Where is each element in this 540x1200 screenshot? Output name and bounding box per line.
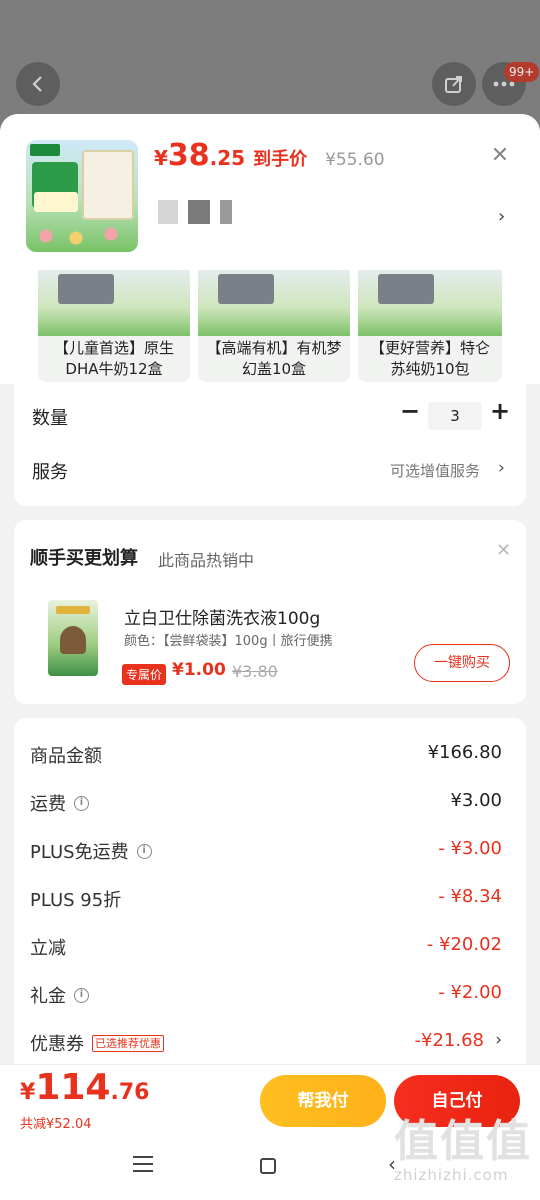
fee-label-text: PLUS免运费 [30,842,129,863]
info-icon[interactable]: i [136,843,152,859]
fee-value: -¥21.68 [414,1030,484,1051]
share-button[interactable] [432,62,476,106]
fee-label: 礼金 i [30,982,89,1008]
total-integer: 114 [35,1067,111,1108]
variant-image [38,264,190,336]
original-price: ¥55.60 [325,150,385,170]
milk-box-graphic [82,150,134,220]
coupon-recommended-tag: 已选推荐优惠 [92,1034,164,1052]
fee-label: 商品金额 [30,742,102,768]
variant-label: 【高端有机】有机梦幻盖10盒 [198,336,350,382]
chevron-right-icon[interactable]: › [498,206,505,227]
options-card: 数量 − 3 + 服务 可选增值服务 › [14,384,526,506]
total-saved: 共减¥52.04 [20,1117,92,1132]
variant-card[interactable]: 【儿童首选】原生DHA牛奶12盒 [38,264,190,382]
watermark: 值值值 zhizhizhi.com [394,1116,532,1185]
exclusive-price-badge: 专属价 [122,664,167,685]
variant-image [198,264,350,336]
chevron-right-icon[interactable]: › [498,458,505,478]
fee-row-instant-discount: 立减 - ¥20.02 [30,934,510,964]
flower-graphic [36,226,126,246]
menu-icon[interactable] [133,1156,153,1172]
fee-label-text: 优惠券 [30,1034,84,1055]
addon-title: 顺手买更划算 [30,548,138,569]
close-icon[interactable]: ✕ [488,144,512,168]
variant-image [358,264,502,336]
variant-card[interactable]: 【更好营养】特仑苏纯奶10包 [358,264,502,382]
fee-value: - ¥20.02 [426,934,502,955]
fee-row-coupon[interactable]: 优惠券 已选推荐优惠 -¥21.68 › [30,1030,510,1060]
quantity-minus-button[interactable]: − [398,399,422,424]
fee-label: PLUS免运费 i [30,838,152,864]
spec-block [188,200,210,224]
total-currency: ¥ [20,1080,36,1105]
spec-block [158,200,178,224]
watermark-logo: 值值值 [394,1116,532,1167]
addon-subtitle: 此商品热销中 [158,551,255,570]
home-icon[interactable] [260,1158,276,1174]
info-icon[interactable]: i [74,795,89,811]
watermark-url: zhizhizhi.com [394,1166,509,1184]
checkout-sheet: ¥ 38 .25 到手价 ¥55.60 ✕ › 【儿童首选】原生DHA牛奶12盒… [0,114,540,1200]
fee-value: ¥3.00 [450,790,502,811]
chevron-right-icon[interactable]: › [495,1030,502,1050]
brand-logo [30,144,60,156]
addon-original-price: ¥3.80 [232,662,278,681]
background-page: 99+ [0,0,540,130]
fee-value: - ¥3.00 [438,838,502,859]
fee-label: 立减 [30,934,66,960]
service-option[interactable]: 可选增值服务 [390,460,480,481]
fee-label-text: 立减 [30,938,66,959]
help-me-pay-button[interactable]: 帮我付 [260,1075,386,1127]
variant-card[interactable]: 【高端有机】有机梦幻盖10盒 [198,264,350,382]
fee-row-goods: 商品金额 ¥166.80 [30,742,510,772]
fee-label: 运费 i [30,790,89,816]
addon-product-image[interactable] [48,600,98,676]
selected-spec-placeholder[interactable] [158,200,232,224]
variant-label: 【更好营养】特仑苏纯奶10包 [358,336,502,382]
quantity-label: 数量 [32,408,68,429]
addon-product-name[interactable]: 立白卫仕除菌洗衣液100g [124,604,320,629]
spec-block [220,200,232,224]
price-line: ¥ 38 .25 到手价 ¥55.60 [154,138,385,173]
price-suffix: 到手价 [253,149,308,170]
fee-value: - ¥8.34 [438,886,502,907]
total-decimal: .76 [110,1080,150,1105]
fee-label-text: 礼金 [30,986,66,1007]
addon-price: ¥1.00 [172,660,226,680]
fee-label: PLUS 95折 [30,886,121,912]
close-icon[interactable]: ✕ [496,540,511,561]
fee-value: ¥166.80 [427,742,502,763]
fee-label-text: 商品金额 [30,746,102,767]
message-count-badge: 99+ [504,62,540,82]
addon-product-spec: 颜色：【尝鲜袋装】100g丨旅行便携 [124,634,333,649]
fee-label: 优惠券 已选推荐优惠 [30,1030,164,1056]
total-price: ¥ 114 .76 [20,1067,149,1108]
price-integer: 38 [167,138,210,173]
fee-row-gift-money: 礼金 i - ¥2.00 [30,982,510,1012]
variant-label: 【儿童首选】原生DHA牛奶12盒 [38,336,190,382]
quantity-input[interactable]: 3 [428,402,482,430]
service-label: 服务 [32,462,68,483]
info-icon[interactable]: i [74,987,89,1003]
chevron-left-icon [32,76,42,92]
fee-row-shipping: 运费 i ¥3.00 [30,790,510,820]
back-button[interactable] [16,62,60,106]
sheet-header: ¥ 38 .25 到手价 ¥55.60 ✕ › [0,114,540,270]
promo-price-graphic [34,192,78,212]
addon-card: 顺手买更划算 此商品热销中 ✕ 立白卫仕除菌洗衣液100g 颜色：【尝鲜袋装】1… [14,520,526,704]
fee-row-plus-free-shipping: PLUS免运费 i - ¥3.00 [30,838,510,868]
one-click-buy-button[interactable]: 一键购买 [414,644,510,682]
fee-row-plus-discount: PLUS 95折 - ¥8.34 [30,886,510,916]
product-thumbnail[interactable] [26,140,138,252]
price-decimal: .25 [209,146,246,170]
variant-list: 【儿童首选】原生DHA牛奶12盒 【高端有机】有机梦幻盖10盒 【更好营养】特仑… [0,264,540,384]
price-currency: ¥ [154,146,168,170]
quantity-plus-button[interactable]: + [488,399,512,424]
fee-breakdown-card: 商品金额 ¥166.80 运费 i ¥3.00 PLUS免运费 i - ¥3.00 … [14,718,526,1078]
share-icon [445,76,462,93]
fee-label-text: PLUS 95折 [30,890,122,911]
fee-label-text: 运费 [30,794,66,815]
fee-value: - ¥2.00 [438,982,502,1003]
